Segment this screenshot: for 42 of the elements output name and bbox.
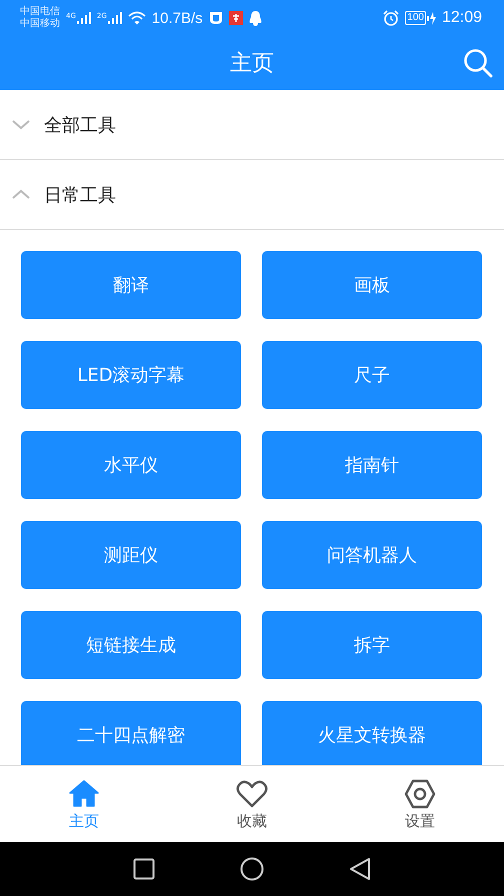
tool-button[interactable]: 画板	[262, 251, 482, 319]
tool-button[interactable]: 问答机器人	[262, 521, 482, 589]
back-icon[interactable]	[349, 857, 371, 881]
home-icon[interactable]	[240, 857, 264, 881]
nav-tab[interactable]: 设置	[336, 766, 504, 842]
signal-icon	[76, 12, 91, 24]
nav-tab[interactable]: 收藏	[168, 766, 336, 842]
battery-level: 100	[405, 11, 426, 25]
carrier-name: 中国电信	[20, 6, 60, 18]
recent-apps-icon[interactable]	[133, 858, 155, 880]
page-title: 主页	[230, 50, 274, 78]
section-header[interactable]: 日常工具	[0, 160, 504, 230]
chevron-down-icon	[12, 119, 30, 130]
signal-icon	[108, 12, 122, 24]
section-title: 日常工具	[44, 184, 116, 206]
alarm-icon	[383, 10, 400, 26]
tool-button[interactable]: LED滚动字幕	[21, 341, 241, 409]
search-icon[interactable]	[463, 48, 493, 78]
penguin-icon	[248, 10, 262, 26]
tool-button[interactable]: 二十四点解密	[21, 701, 241, 765]
heart-icon	[236, 778, 268, 810]
chevron-up-icon	[12, 189, 30, 200]
tool-button[interactable]: 火星文转换器	[262, 701, 482, 765]
charging-icon	[426, 12, 436, 24]
nav-tab[interactable]: 主页	[0, 766, 168, 842]
tool-button[interactable]: 尺子	[262, 341, 482, 409]
tool-button[interactable]: 拆字	[262, 611, 482, 679]
wifi-icon	[128, 11, 146, 25]
section-header[interactable]: 全部工具	[0, 90, 504, 160]
tool-button[interactable]: 指南针	[262, 431, 482, 499]
clock-time: 12:09	[442, 9, 482, 27]
network-speed: 10.7B/s	[152, 10, 203, 26]
carrier-name: 中国移动	[20, 18, 60, 30]
app-notification-icon	[228, 11, 243, 25]
tool-button[interactable]: 水平仪	[21, 431, 241, 499]
tool-button[interactable]: 短链接生成	[21, 611, 241, 679]
tool-button[interactable]: 测距仪	[21, 521, 241, 589]
section-title: 全部工具	[44, 114, 116, 136]
tool-button[interactable]: 翻译	[21, 251, 241, 319]
settings-icon	[404, 778, 436, 810]
shield-icon	[208, 11, 223, 25]
home-icon	[68, 778, 100, 810]
